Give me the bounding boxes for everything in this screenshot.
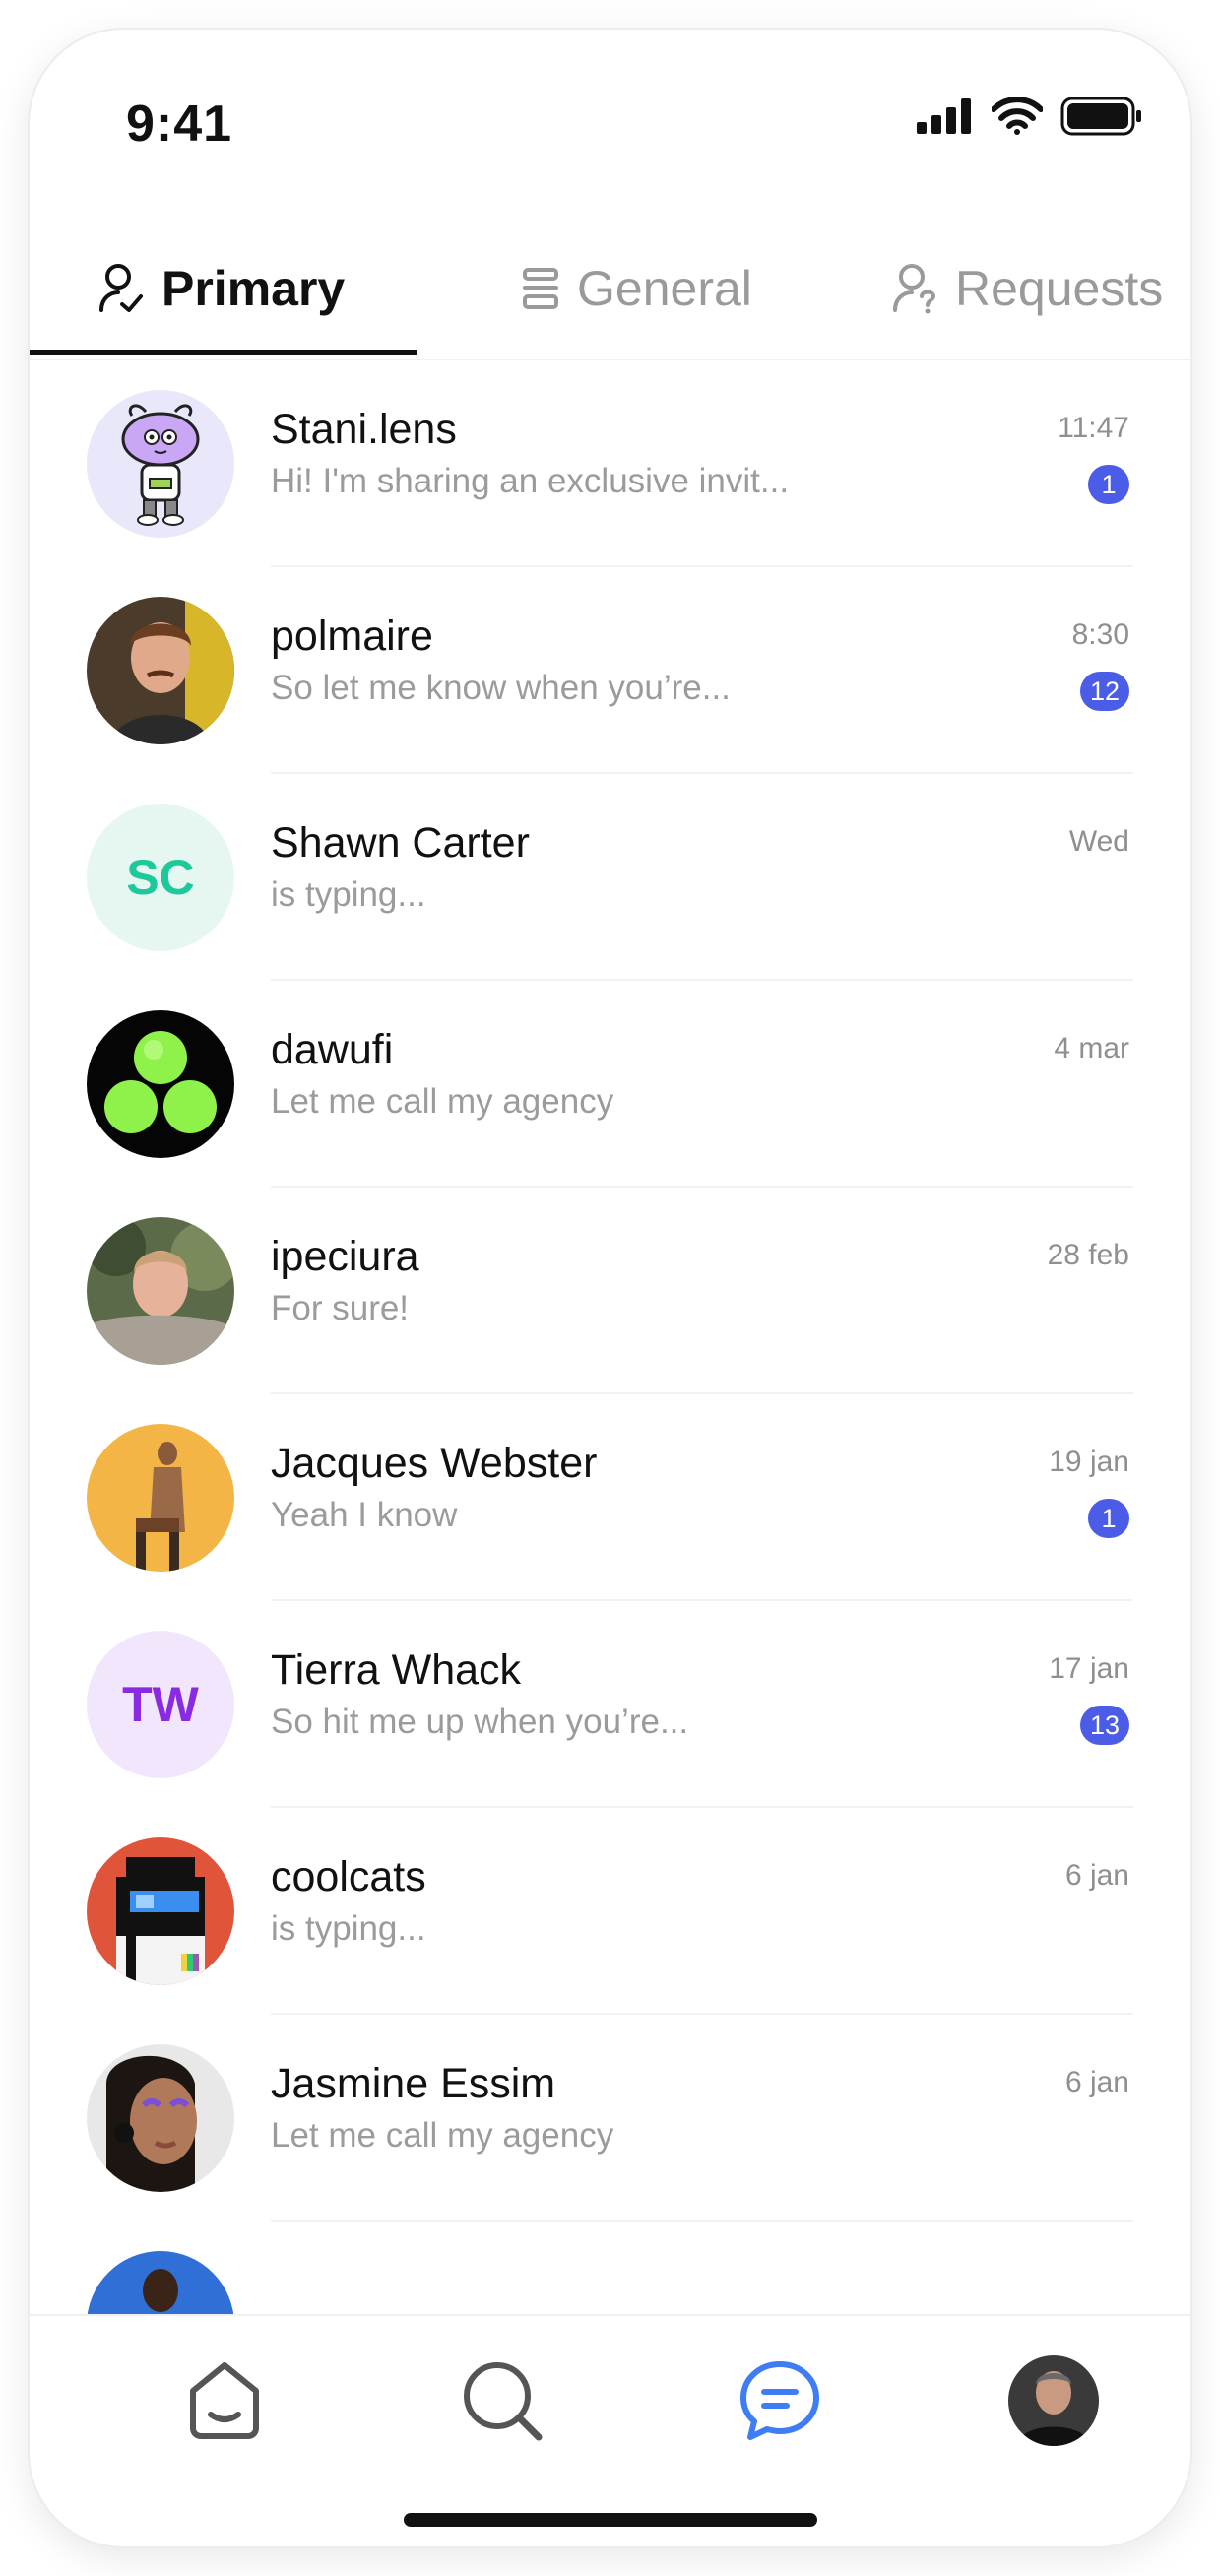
layers-icon: [523, 267, 558, 309]
tab-primary-label: Primary: [161, 260, 346, 316]
home-icon: [190, 2362, 259, 2439]
avatar-initials: TW: [87, 1631, 234, 1778]
message-preview: is typing...: [271, 875, 426, 914]
message-preview: Yeah I know: [271, 1496, 458, 1534]
tab-general[interactable]: General: [522, 217, 752, 359]
message-preview: For sure!: [271, 1289, 410, 1327]
unread-badge: 13: [1079, 1706, 1129, 1745]
profile-avatar: [1008, 2355, 1099, 2446]
message-preview: is typing...: [271, 1909, 426, 1948]
unread-badge: 1: [1088, 1499, 1129, 1538]
nav-messages[interactable]: [731, 2351, 829, 2450]
cartoon-avatar-icon: [87, 390, 234, 538]
message-time: 17 jan: [1049, 1652, 1129, 1685]
tab-primary[interactable]: Primary: [98, 217, 345, 359]
conversation-row[interactable]: coolcats is typing... 6 jan: [30, 1808, 1190, 2015]
status-bar: 9:41: [30, 30, 1190, 177]
message-time: 6 jan: [1064, 2066, 1129, 2098]
nav-search[interactable]: [453, 2351, 551, 2450]
user-question-icon: [893, 263, 936, 313]
battery-icon: [1060, 97, 1141, 136]
tab-requests-label: Requests: [955, 260, 1164, 316]
user-check-icon: [99, 263, 143, 312]
avatar: [87, 1010, 234, 1158]
contact-name: polmaire: [271, 612, 433, 660]
search-icon: [464, 2362, 543, 2441]
message-preview: So hit me up when you’re...: [271, 1703, 689, 1741]
phone-frame: 9:41 Primary General Requests Stani.lens…: [30, 30, 1190, 2546]
avatar: [87, 1217, 234, 1365]
message-time: 28 feb: [1047, 1239, 1129, 1271]
user-photo-avatar: [87, 597, 234, 744]
bottom-navigation: [30, 2314, 1190, 2546]
unread-badge: 12: [1079, 672, 1129, 711]
avatar: [87, 597, 234, 744]
contact-name: Jacques Webster: [271, 1440, 598, 1487]
messages-icon: [740, 2361, 819, 2440]
message-time: Wed: [1068, 825, 1129, 858]
cellular-signal-icon: [917, 98, 971, 134]
message-time: 19 jan: [1049, 1446, 1129, 1478]
avatar: [87, 2251, 234, 2314]
wifi-icon: [992, 97, 1043, 135]
home-indicator: [404, 2513, 817, 2527]
status-time: 9:41: [126, 96, 233, 153]
conversation-row[interactable]: Jacques Webster Yeah I know 19 jan 1: [30, 1394, 1190, 1601]
user-photo-avatar: [87, 1424, 234, 1572]
conversation-row[interactable]: Stani.lens Hi! I'm sharing an exclusive …: [30, 360, 1190, 567]
contact-name: ipeciura: [271, 1233, 419, 1280]
avatar-initials: SC: [87, 804, 234, 951]
message-preview: Let me call my agency: [271, 1082, 614, 1121]
avatar: [87, 2044, 234, 2192]
message-preview: So let me know when you’re...: [271, 669, 731, 707]
contact-name: Shawn Carter: [271, 819, 530, 867]
message-time: 4 mar: [1054, 1032, 1129, 1064]
avatar: [87, 390, 234, 538]
nav-home[interactable]: [175, 2351, 274, 2450]
conversation-row[interactable]: ipeciura For sure! 28 feb: [30, 1188, 1190, 1394]
user-photo-avatar: [87, 1217, 234, 1365]
avatar: [87, 1424, 234, 1572]
conversation-list: Stani.lens Hi! I'm sharing an exclusive …: [30, 360, 1190, 2314]
user-photo-avatar: [87, 2251, 234, 2314]
conversation-row[interactable]: [30, 2222, 1190, 2314]
conversation-row[interactable]: TW Tierra Whack So hit me up when you’re…: [30, 1601, 1190, 1808]
message-time: 6 jan: [1064, 1859, 1129, 1892]
status-icons: [917, 97, 1143, 136]
unread-badge: 1: [1088, 465, 1129, 504]
contact-name: Tierra Whack: [271, 1646, 522, 1694]
pixel-art-avatar: [87, 1837, 234, 1985]
message-preview: Let me call my agency: [271, 2116, 614, 2155]
conversation-row[interactable]: SC Shawn Carter is typing... Wed: [30, 774, 1190, 981]
conversation-row[interactable]: Jasmine Essim Let me call my agency 6 ja…: [30, 2015, 1190, 2222]
user-photo-avatar: [87, 2044, 234, 2192]
message-time: 11:47: [1058, 412, 1129, 444]
conversation-row[interactable]: dawufi Let me call my agency 4 mar: [30, 981, 1190, 1188]
message-preview: Hi! I'm sharing an exclusive invit...: [271, 462, 790, 500]
tab-general-label: General: [577, 260, 752, 316]
contact-name: coolcats: [271, 1853, 426, 1900]
contact-name: dawufi: [271, 1026, 394, 1073]
avatar: [87, 1837, 234, 1985]
nav-profile[interactable]: [1004, 2351, 1103, 2450]
tab-requests[interactable]: Requests: [892, 217, 1163, 359]
inbox-tabs: Primary General Requests: [30, 217, 1190, 360]
contact-name: Jasmine Essim: [271, 2060, 556, 2107]
conversation-row[interactable]: polmaire So let me know when you’re... 8…: [30, 567, 1190, 774]
message-time: 8:30: [1071, 618, 1129, 651]
contact-name: Stani.lens: [271, 406, 457, 453]
active-tab-indicator: [30, 350, 417, 355]
dots-logo-avatar: [87, 1010, 234, 1158]
